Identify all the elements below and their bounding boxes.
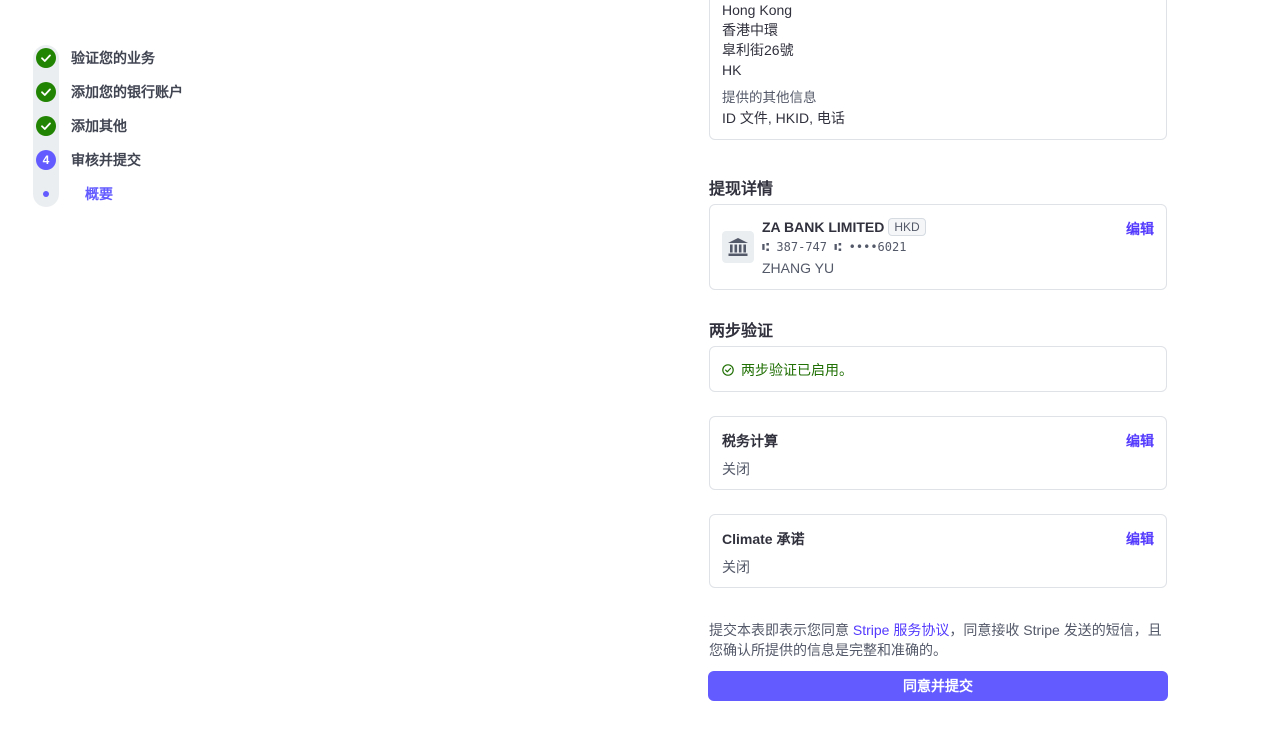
bank-account-card: ZA BANK LIMITED HKD ⑆ 387-747 ⑆ ••••6021… (709, 204, 1167, 290)
edit-tax-link[interactable]: 编辑 (1126, 431, 1154, 451)
two-factor-section-title: 两步验证 (709, 323, 774, 340)
address-line: 香港中環 (722, 22, 778, 38)
agree-and-submit-button[interactable]: 同意并提交 (708, 671, 1168, 701)
checkmark-icon (36, 82, 56, 102)
step-add-bank-account[interactable]: 添加您的银行账户 (33, 79, 183, 105)
step-review-submit[interactable]: 4 审核并提交 (33, 147, 141, 173)
bank-account-number: ⑆ 387-747 ⑆ ••••6021 (762, 240, 907, 254)
step-add-extras[interactable]: 添加其他 (33, 113, 127, 139)
checkmark-icon (36, 48, 56, 68)
substep-label: 概要 (85, 186, 113, 202)
two-factor-status-text: 两步验证已启用。 (741, 362, 853, 378)
two-factor-card: 两步验证已启用。 (709, 346, 1167, 392)
payout-section-title: 提现详情 (709, 181, 774, 198)
bank-name: ZA BANK LIMITED HKD (762, 218, 926, 236)
tax-calculation-card: 税务计算 编辑 关闭 (709, 416, 1167, 490)
substep-dot-icon (43, 191, 49, 197)
edit-climate-link[interactable]: 编辑 (1126, 529, 1154, 549)
tax-card-title: 税务计算 (722, 433, 778, 449)
step-number-badge: 4 (36, 150, 56, 170)
step-label: 审核并提交 (71, 152, 141, 168)
step-label: 验证您的业务 (71, 50, 155, 66)
account-holder-name: ZHANG YU (762, 260, 835, 276)
agreement-text: 提交本表即表示您同意 Stripe 服务协议，同意接收 Stripe 发送的短信… (709, 620, 1169, 660)
bank-icon (722, 231, 754, 263)
step-label: 添加您的银行账户 (71, 84, 183, 100)
two-factor-status: 两步验证已启用。 (722, 360, 853, 380)
other-info-value: ID 文件, HKID, 电话 (722, 110, 845, 126)
agreement-text-before: 提交本表即表示您同意 (709, 622, 853, 638)
address-line: 皐利街26號 (722, 42, 794, 58)
currency-badge: HKD (888, 218, 926, 236)
business-address-card: Hong Kong 香港中環 皐利街26號 HK 提供的其他信息 ID 文件, … (709, 0, 1167, 140)
climate-card-title: Climate 承诺 (722, 531, 805, 547)
services-agreement-link[interactable]: Stripe 服务协议 (853, 622, 949, 638)
address-line: HK (722, 62, 742, 78)
checkmark-icon (36, 116, 56, 136)
step-verify-business[interactable]: 验证您的业务 (33, 45, 155, 71)
step-label: 添加其他 (71, 118, 127, 134)
climate-card: Climate 承诺 编辑 关闭 (709, 514, 1167, 588)
bank-name-text: ZA BANK LIMITED (762, 219, 885, 235)
tax-card-value: 关闭 (722, 461, 750, 477)
address-line: Hong Kong (722, 2, 793, 18)
climate-card-value: 关闭 (722, 559, 750, 575)
edit-bank-account-link[interactable]: 编辑 (1126, 219, 1154, 239)
other-info-label: 提供的其他信息 (722, 90, 817, 105)
check-circle-icon (722, 364, 734, 376)
